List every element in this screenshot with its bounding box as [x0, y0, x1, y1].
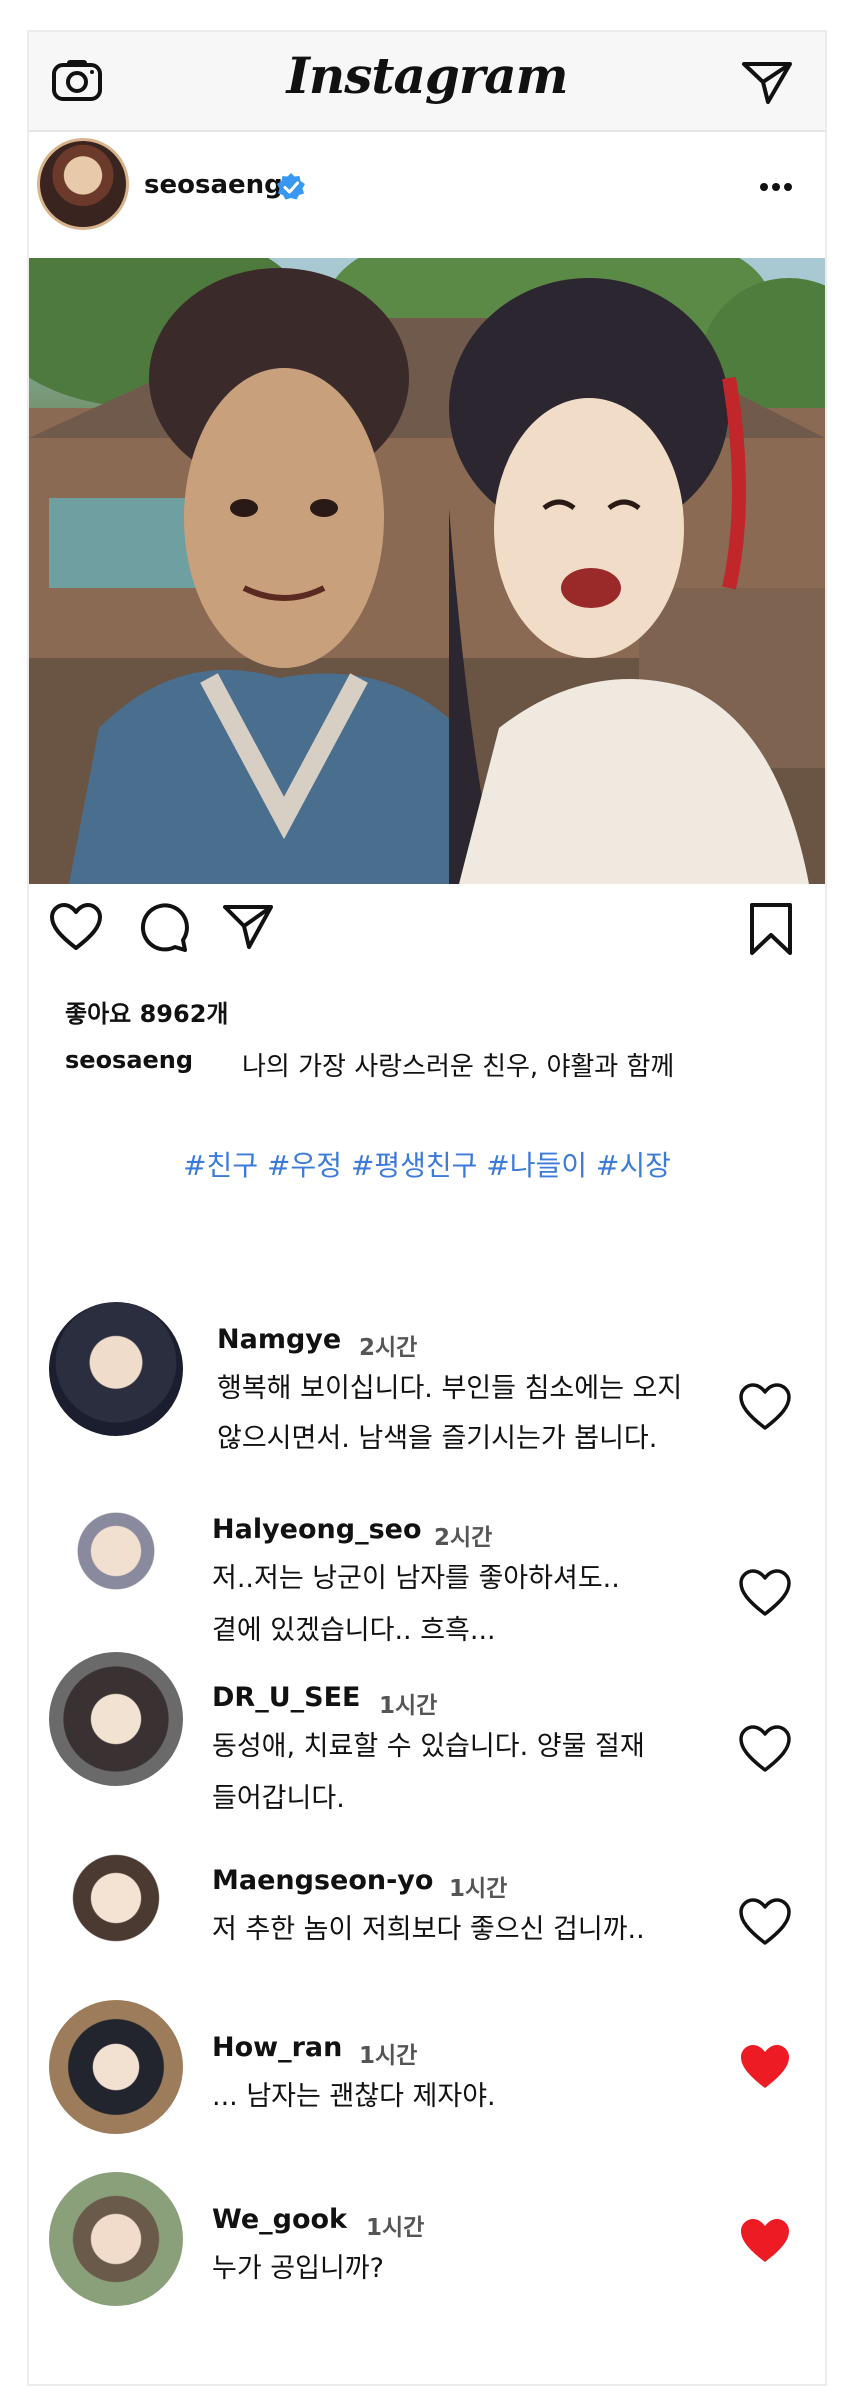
commenter-username[interactable]: We_gook	[212, 2204, 347, 2235]
commenter-avatar[interactable]	[49, 1302, 183, 1436]
post-actions	[29, 902, 825, 962]
instagram-post-frame: Instagram seosaeng 좋아요 8962개 seosaeng 나의…	[27, 30, 827, 2386]
comment-bubble-icon[interactable]	[137, 902, 189, 952]
comment-item: Maengseon-yo 1시간 저 추한 놈이 저희보다 좋으신 겁니까..	[29, 1827, 825, 1987]
comment-text-line: 행복해 보이십니다. 부인들 침소에는 오지	[217, 1373, 683, 1404]
comment-text-line: 곁에 있겠습니다.. 흐흑...	[212, 1615, 496, 1646]
caption-text: 나의 가장 사랑스러운 친우, 야활과 함께	[242, 1052, 675, 1082]
comment-like-heart-icon[interactable]	[737, 1724, 793, 1774]
comment-time: 2시간	[434, 1525, 493, 1551]
comment-text-line: 저..저는 낭군이 남자를 좋아하셔도..	[212, 1563, 620, 1594]
post-author-avatar[interactable]	[37, 138, 129, 230]
share-send-icon[interactable]	[222, 902, 274, 952]
comment-text-line: ... 남자는 괜찮다 제자야.	[212, 2081, 496, 2112]
commenter-avatar[interactable]	[49, 1652, 183, 1786]
app-logo: Instagram	[286, 46, 569, 105]
comment-text-line: 동성애, 치료할 수 있습니다. 양물 절재	[212, 1731, 645, 1762]
comment-item: DR_U_SEE 1시간 동성애, 치료할 수 있습니다. 양물 절재 들어갑니…	[29, 1652, 825, 1814]
comment-time: 1시간	[379, 1693, 438, 1719]
verified-badge-icon	[277, 173, 305, 200]
comment-like-heart-icon[interactable]	[737, 1382, 793, 1432]
direct-message-icon[interactable]	[741, 60, 793, 106]
comment-text-line: 않으시면서. 남색을 즐기시는가 봅니다.	[217, 1423, 658, 1454]
top-bar: Instagram	[29, 32, 825, 132]
comment-time: 2시간	[359, 1335, 418, 1361]
commenter-username[interactable]: DR_U_SEE	[212, 1682, 360, 1713]
comment-item: Halyeong_seo 2시간 저..저는 낭군이 남자를 좋아하셔도.. 곁…	[29, 1482, 825, 1646]
commenter-username[interactable]: Halyeong_seo	[212, 1514, 422, 1545]
post-image[interactable]	[29, 258, 825, 884]
comment-item: How_ran 1시간 ... 남자는 괜찮다 제자야.	[29, 2000, 825, 2160]
post-illustration	[29, 258, 825, 884]
comment-text-line: 누가 공입니까?	[212, 2253, 384, 2284]
comment-time: 1시간	[366, 2215, 425, 2241]
comment-liked-heart-icon[interactable]	[737, 2042, 793, 2092]
hashtags[interactable]: #친구 #우정 #평생친구 #나들이 #시장	[29, 1144, 825, 1184]
caption-username[interactable]: seosaeng	[65, 1046, 193, 1074]
commenter-avatar[interactable]	[49, 2172, 183, 2306]
commenter-avatar[interactable]	[49, 2000, 183, 2134]
comment-like-heart-icon[interactable]	[737, 1897, 793, 1947]
comment-time: 1시간	[449, 1876, 508, 1902]
comment-time: 1시간	[359, 2043, 418, 2069]
commenter-avatar[interactable]	[49, 1831, 183, 1965]
more-options-icon[interactable]	[759, 182, 793, 192]
commenter-avatar[interactable]	[49, 1484, 183, 1618]
comment-item: We_gook 1시간 누가 공입니까?	[29, 2172, 825, 2332]
commenter-username[interactable]: How_ran	[212, 2032, 342, 2063]
like-count[interactable]: 좋아요 8962개	[65, 994, 228, 1029]
like-heart-icon[interactable]	[49, 902, 103, 952]
comment-liked-heart-icon[interactable]	[737, 2216, 793, 2266]
comment-item: Namgye 2시간 행복해 보이십니다. 부인들 침소에는 오지 않으시면서.…	[29, 1302, 825, 1462]
comment-like-heart-icon[interactable]	[737, 1568, 793, 1618]
comment-text-line: 저 추한 놈이 저희보다 좋으신 겁니까..	[212, 1914, 645, 1945]
commenter-username[interactable]: Maengseon-yo	[212, 1865, 433, 1896]
bookmark-icon[interactable]	[747, 902, 795, 956]
post-author-username[interactable]: seosaeng	[144, 170, 283, 200]
commenter-username[interactable]: Namgye	[217, 1324, 341, 1355]
comment-text-line: 들어갑니다.	[212, 1783, 345, 1814]
